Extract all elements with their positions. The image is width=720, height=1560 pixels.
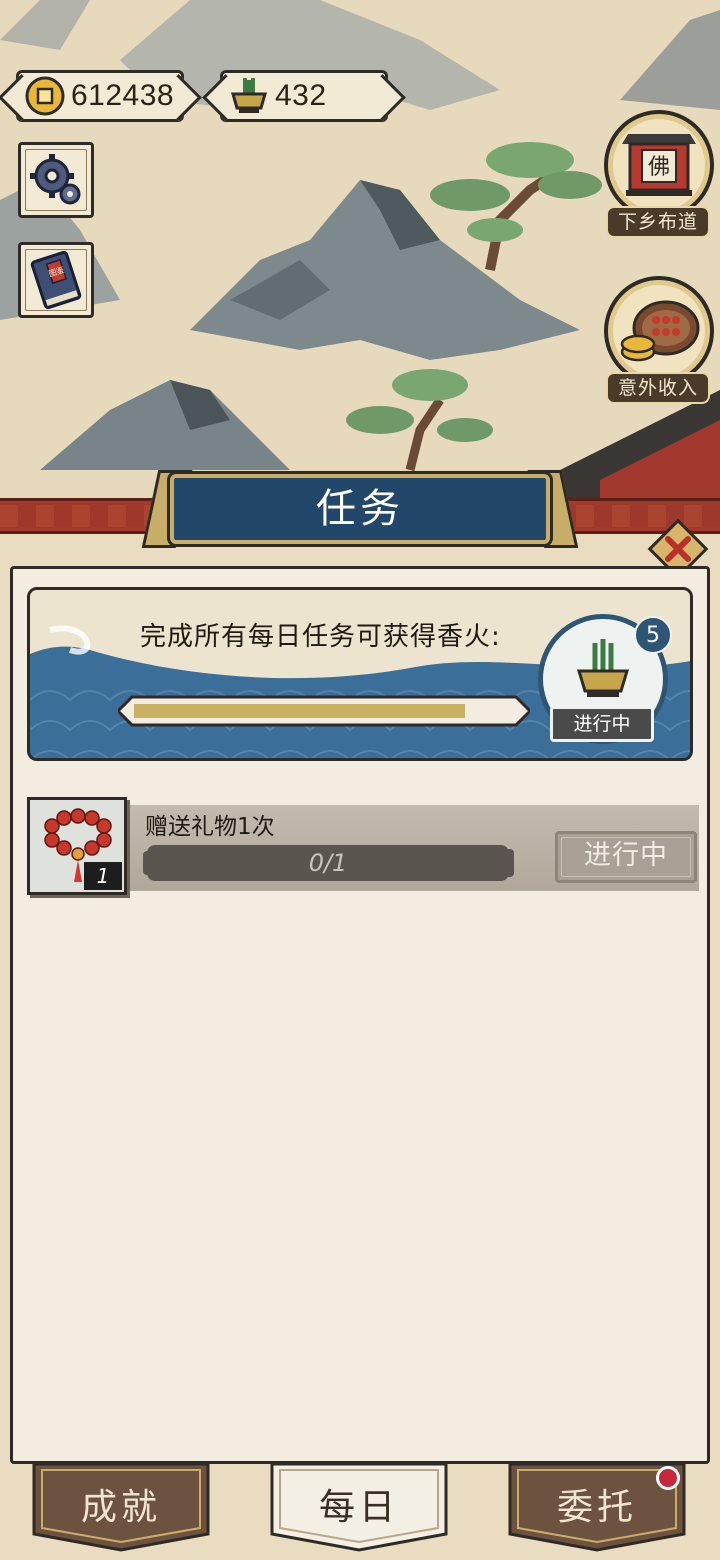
- reward-status-label: 进行中: [550, 706, 654, 742]
- task-status-button[interactable]: 进行中: [555, 831, 697, 883]
- coin-icon: [25, 76, 65, 116]
- temple-emblem: 佛: [648, 155, 670, 180]
- book-cover-text: 图鉴: [47, 264, 65, 278]
- tab-achievements-label: 成就: [80, 1487, 161, 1528]
- incense-value: 432: [275, 79, 327, 112]
- tab-daily-label: 每日: [318, 1487, 399, 1528]
- incense-counter: 432: [220, 70, 388, 122]
- abacus-coins-icon: [620, 300, 700, 362]
- daily-progress-bar: [118, 694, 530, 728]
- notification-dot: [656, 1466, 680, 1490]
- extra-income-label: 意外收入: [606, 372, 710, 404]
- tab-achievements[interactable]: 成就: [32, 1464, 210, 1552]
- extra-income-button[interactable]: 意外收入: [604, 276, 714, 406]
- incense-burner-icon: [231, 78, 267, 113]
- book-icon: 图鉴: [30, 250, 82, 310]
- handbook-button[interactable]: 图鉴: [18, 242, 94, 318]
- reward-description: 完成所有每日任务可获得香火:: [140, 622, 501, 652]
- task-progress-bar: 0/1: [143, 845, 514, 881]
- settings-button[interactable]: [18, 142, 94, 218]
- title-plate: 任务: [170, 474, 550, 544]
- tab-daily[interactable]: 每日: [270, 1464, 448, 1552]
- temple-icon: 佛: [622, 134, 696, 196]
- task-reward-slot[interactable]: 1: [27, 797, 127, 895]
- daily-reward-card: 完成所有每日任务可获得香火: 5 进行中: [27, 587, 693, 761]
- coins-value: 612438: [71, 79, 175, 112]
- preach-label: 下乡布道: [606, 206, 710, 238]
- task-title: 赠送礼物1次: [145, 814, 275, 840]
- bottom-tab-bar: 成就 每日 委托: [0, 1464, 720, 1560]
- task-reward-quantity: 1: [84, 862, 122, 890]
- preach-button[interactable]: 佛 下乡布道: [604, 110, 714, 240]
- task-row: 1 赠送礼物1次 0/1 进行中: [27, 797, 699, 897]
- task-panel: 完成所有每日任务可获得香火: 5 进行中 1 赠送礼物1次 0/1 进行中: [10, 566, 710, 1464]
- daily-progress-fill: [134, 704, 465, 718]
- coins-counter: 612438: [16, 70, 184, 122]
- panel-title: 任务: [316, 486, 404, 532]
- task-progress-text: 0/1: [308, 849, 348, 877]
- reward-count-badge: 5: [634, 616, 672, 654]
- gear-icon: [30, 154, 81, 205]
